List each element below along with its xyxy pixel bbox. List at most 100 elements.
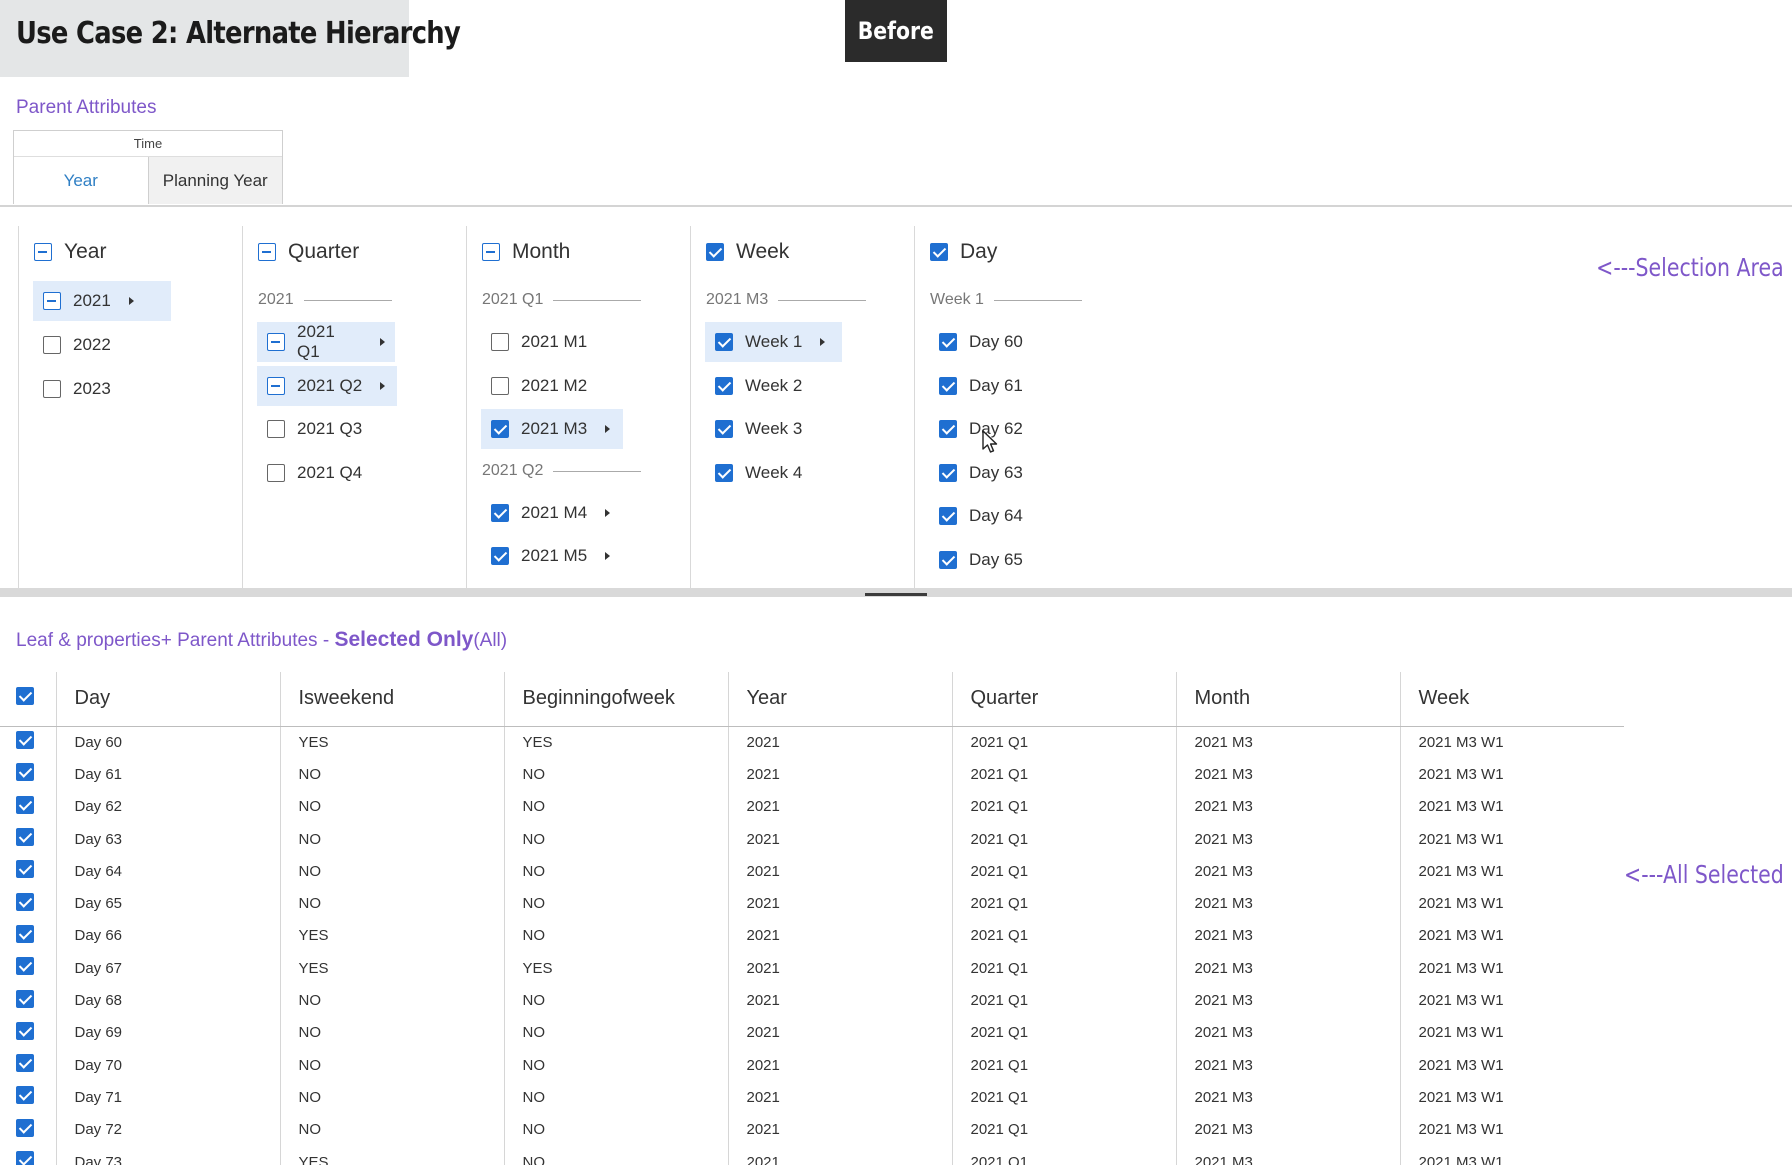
year-item-checkbox[interactable] [43, 380, 61, 398]
year-item-label: 2022 [73, 335, 111, 354]
row-checkbox[interactable] [16, 957, 34, 976]
quarter-item-2021-q4[interactable]: 2021 Q4 [257, 453, 372, 493]
table-row[interactable]: Day 72 NO NO 2021 2021 Q1 2021 M3 2021 M3 W1 [0, 1113, 1624, 1146]
month-item-2021-m1[interactable]: 2021 M1 [481, 322, 597, 362]
column-header-quarter[interactable]: Quarter [952, 672, 1177, 727]
row-checkbox[interactable] [16, 795, 34, 814]
year-item-2023[interactable]: 2023 [33, 369, 121, 409]
column-header-week[interactable]: Week [1400, 672, 1624, 727]
week-item-week-3[interactable]: Week 3 [705, 409, 812, 449]
quarter-item-2021-q2[interactable]: 2021 Q2 [257, 366, 397, 406]
row-checkbox[interactable] [16, 1151, 34, 1165]
month-item-2021-m3[interactable]: 2021 M3 [481, 409, 623, 449]
caret-right-icon[interactable] [605, 552, 611, 560]
row-checkbox[interactable] [16, 1086, 34, 1105]
quarter-select-all-checkbox[interactable] [258, 243, 276, 261]
month-item-checkbox[interactable] [491, 504, 509, 522]
column-header-month[interactable]: Month [1176, 672, 1401, 727]
week-item-checkbox[interactable] [715, 420, 733, 438]
row-checkbox[interactable] [16, 731, 34, 750]
day-item-checkbox[interactable] [939, 333, 957, 351]
month-item-2021-m4[interactable]: 2021 M4 [481, 493, 620, 533]
row-checkbox[interactable] [16, 1054, 34, 1073]
month-item-checkbox[interactable] [491, 377, 509, 395]
day-item-checkbox[interactable] [939, 551, 957, 569]
table-row[interactable]: Day 65 NO NO 2021 2021 Q1 2021 M3 2021 M3 W1 [0, 887, 1624, 920]
month-select-all-checkbox[interactable] [482, 243, 500, 261]
table-row[interactable]: Day 69 NO NO 2021 2021 Q1 2021 M3 2021 M3 W1 [0, 1016, 1624, 1049]
week-item-week-1[interactable]: Week 1 [705, 322, 842, 362]
leaf-table-body: Day 60 YES YES 2021 2021 Q1 2021 M3 2021 M3 W1… [0, 726, 1624, 1165]
table-row[interactable]: Day 61 NO NO 2021 2021 Q1 2021 M3 2021 M3 W1 [0, 758, 1624, 791]
splitter-handle[interactable] [865, 593, 927, 596]
row-checkbox[interactable] [16, 989, 34, 1008]
day-item-day-64[interactable]: Day 64 [929, 496, 1033, 536]
select-all-rows-checkbox[interactable] [16, 686, 34, 705]
year-item-2021[interactable]: 2021 [33, 281, 171, 321]
quarter-item-checkbox[interactable] [267, 464, 285, 482]
caret-right-icon[interactable] [605, 425, 611, 433]
year-item-checkbox[interactable] [43, 336, 61, 354]
row-checkbox[interactable] [16, 1021, 34, 1040]
day-item-day-61[interactable]: Day 61 [929, 366, 1033, 406]
year-select-all-checkbox[interactable] [34, 243, 52, 261]
caret-right-icon[interactable] [380, 382, 386, 390]
day-item-checkbox[interactable] [939, 420, 957, 438]
row-checkbox[interactable] [16, 892, 34, 911]
table-row[interactable]: Day 71 NO NO 2021 2021 Q1 2021 M3 2021 M3 W1 [0, 1081, 1624, 1114]
week-item-week-4[interactable]: Week 4 [705, 453, 812, 493]
section-divider [0, 205, 1792, 207]
table-row[interactable]: Day 60 YES YES 2021 2021 Q1 2021 M3 2021 M3 W1 [0, 726, 1624, 759]
caret-right-icon[interactable] [605, 509, 611, 517]
row-checkbox[interactable] [16, 924, 34, 943]
column-header-beginningofweek[interactable]: Beginningofweek [504, 672, 729, 727]
column-header-day[interactable]: Day [56, 672, 281, 727]
day-item-day-60[interactable]: Day 60 [929, 322, 1033, 362]
week-item-week-2[interactable]: Week 2 [705, 366, 812, 406]
tab-planning-year[interactable]: Planning Year [147, 157, 282, 204]
row-checkbox[interactable] [16, 763, 34, 782]
caret-right-icon[interactable] [128, 297, 134, 305]
day-item-day-63[interactable]: Day 63 [929, 453, 1033, 493]
month-item-checkbox[interactable] [491, 420, 509, 438]
all-filter[interactable]: (All) [473, 630, 507, 651]
table-row[interactable]: Day 63 NO NO 2021 2021 Q1 2021 M3 2021 M3 W1 [0, 822, 1624, 856]
year-item-2022[interactable]: 2022 [33, 325, 121, 365]
day-item-checkbox[interactable] [939, 464, 957, 482]
row-checkbox[interactable] [16, 828, 34, 847]
table-row[interactable]: Day 70 NO NO 2021 2021 Q1 2021 M3 2021 M3 W1 [0, 1048, 1624, 1082]
table-row[interactable]: Day 64 NO NO 2021 2021 Q1 2021 M3 2021 M3 W1 [0, 855, 1624, 888]
quarter-item-2021-q1[interactable]: 2021 Q1 [257, 322, 395, 362]
day-item-checkbox[interactable] [939, 507, 957, 525]
day-item-checkbox[interactable] [939, 377, 957, 395]
table-row[interactable]: Day 66 YES NO 2021 2021 Q1 2021 M3 2021 M3 W1 [0, 919, 1624, 953]
tab-year[interactable]: Year [14, 157, 148, 204]
quarter-item-checkbox[interactable] [267, 333, 285, 351]
column-header-isweekend[interactable]: Isweekend [280, 672, 505, 727]
month-item-2021-m5[interactable]: 2021 M5 [481, 536, 620, 576]
year-column-header: Year [34, 240, 106, 264]
quarter-item-2021-q3[interactable]: 2021 Q3 [257, 409, 372, 449]
caret-right-icon[interactable] [380, 338, 385, 346]
month-item-checkbox[interactable] [491, 547, 509, 565]
row-checkbox[interactable] [16, 860, 34, 879]
quarter-item-checkbox[interactable] [267, 377, 285, 395]
table-row[interactable]: Day 73 YES NO 2021 2021 Q1 2021 M3 2021 M3 W1 [0, 1145, 1624, 1165]
column-header-year[interactable]: Year [728, 672, 953, 727]
row-checkbox[interactable] [16, 1118, 34, 1137]
week-select-all-checkbox[interactable] [706, 243, 724, 261]
week-item-checkbox[interactable] [715, 377, 733, 395]
caret-right-icon[interactable] [820, 338, 826, 346]
quarter-item-checkbox[interactable] [267, 420, 285, 438]
day-select-all-checkbox[interactable] [930, 243, 948, 261]
year-item-checkbox[interactable] [43, 292, 61, 310]
month-item-checkbox[interactable] [491, 333, 509, 351]
day-item-day-65[interactable]: Day 65 [929, 540, 1033, 580]
table-row[interactable]: Day 62 NO NO 2021 2021 Q1 2021 M3 2021 M3 W1 [0, 790, 1624, 823]
week-item-checkbox[interactable] [715, 333, 733, 351]
month-item-2021-m2[interactable]: 2021 M2 [481, 366, 597, 406]
selected-only-filter[interactable]: Selected Only [334, 628, 473, 651]
week-item-checkbox[interactable] [715, 464, 733, 482]
table-row[interactable]: Day 68 NO NO 2021 2021 Q1 2021 M3 2021 M3 W1 [0, 984, 1624, 1017]
table-row[interactable]: Day 67 YES YES 2021 2021 Q1 2021 M3 2021 M3 W1 [0, 952, 1624, 985]
